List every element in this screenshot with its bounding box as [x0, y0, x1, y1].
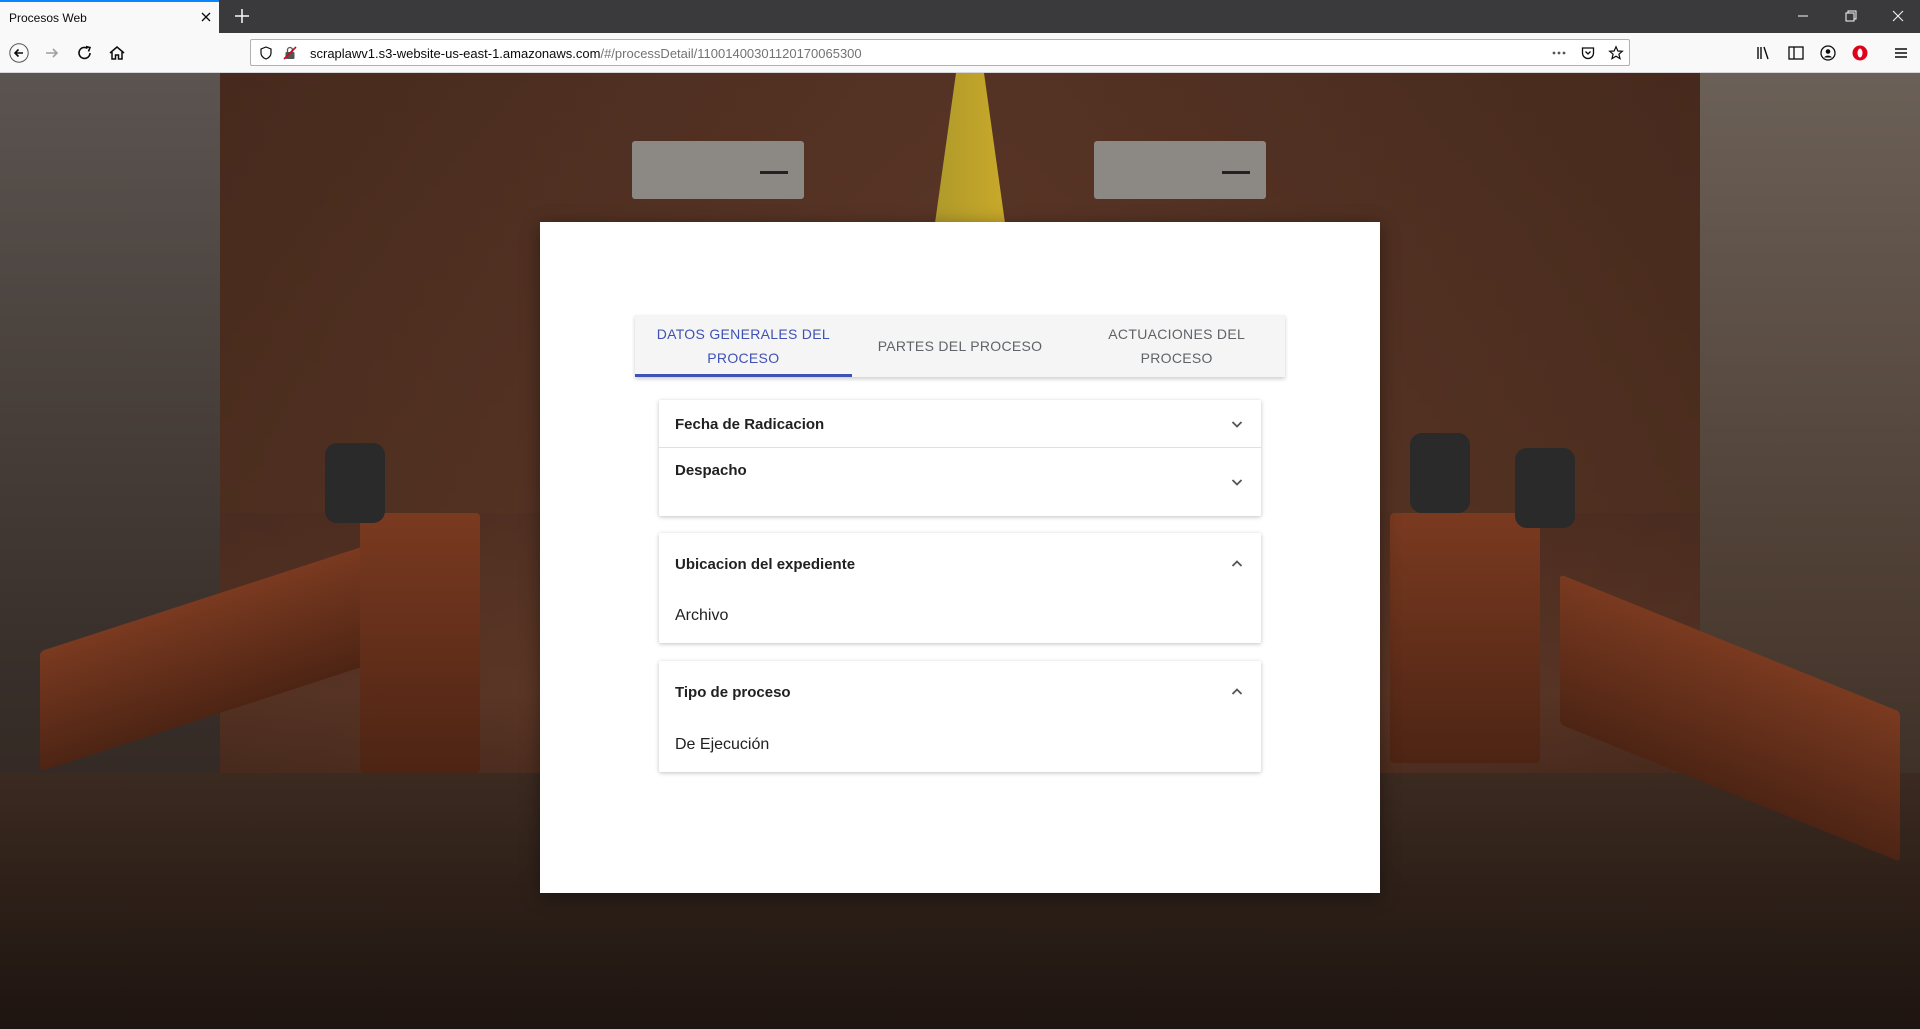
chevron-down-icon [1231, 479, 1243, 486]
tab-label: DATOS GENERALES DEL PROCESO [656, 326, 830, 366]
background-ac-unit [632, 141, 804, 199]
home-icon[interactable] [107, 43, 127, 63]
background-chair [1410, 433, 1470, 513]
close-window-icon[interactable] [1889, 8, 1907, 24]
url-text: scraplawv1.s3-website-us-east-1.amazonaw… [310, 46, 862, 61]
background-podium [360, 513, 480, 773]
panel-despacho[interactable]: Despacho [659, 448, 1261, 516]
background-chair [325, 443, 385, 523]
pocket-icon[interactable] [1580, 45, 1596, 61]
tab-actuaciones[interactable]: ACTUACIONES DEL PROCESO [1068, 315, 1285, 377]
panel-tipo-proceso: Tipo de proceso De Ejecución [659, 661, 1261, 772]
tab-label: PARTES DEL PROCESO [877, 338, 1043, 354]
tab-datos-generales[interactable]: DATOS GENERALES DEL PROCESO [635, 315, 852, 377]
url-bar[interactable]: scraplawv1.s3-website-us-east-1.amazonaw… [250, 39, 1630, 66]
minimize-icon[interactable] [1794, 8, 1812, 24]
restore-icon[interactable] [1842, 8, 1860, 24]
background-ac-unit [1094, 141, 1266, 199]
tab-title: Procesos Web [9, 11, 87, 25]
plus-icon[interactable] [233, 7, 251, 25]
forward-icon[interactable] [42, 43, 62, 63]
back-icon[interactable] [9, 43, 29, 63]
library-icon[interactable] [1754, 43, 1774, 63]
close-icon[interactable] [198, 9, 214, 25]
panel-title: Ubicacion del expediente [675, 556, 856, 573]
panel-title: Fecha de Radicacion [675, 416, 825, 433]
page-viewport: DATOS GENERALES DEL PROCESO PARTES DEL P… [0, 73, 1920, 1029]
collapsed-panels: Fecha de Radicacion Despacho [659, 400, 1261, 516]
tab-partes[interactable]: PARTES DEL PROCESO [852, 315, 1069, 377]
panel-value: Archivo [675, 607, 729, 624]
navigation-toolbar: scraplawv1.s3-website-us-east-1.amazonaw… [0, 33, 1920, 73]
background-podium [1390, 513, 1540, 763]
panel-header[interactable]: Ubicacion del expediente [659, 533, 1261, 593]
panel-fecha-radicacion[interactable]: Fecha de Radicacion [659, 400, 1261, 448]
menu-icon[interactable] [1891, 43, 1911, 63]
reload-icon[interactable] [75, 43, 95, 63]
chevron-down-icon [1231, 421, 1243, 428]
sidebar-icon[interactable] [1786, 43, 1806, 63]
process-detail-card: DATOS GENERALES DEL PROCESO PARTES DEL P… [540, 222, 1380, 893]
account-icon[interactable] [1818, 43, 1838, 63]
url-host: scraplawv1.s3-website-us-east-1.amazonaw… [310, 46, 601, 61]
tab-strip: Procesos Web [0, 0, 1920, 33]
background-chair [1515, 448, 1575, 528]
chevron-up-icon [1231, 688, 1243, 695]
panel-title: Tipo de proceso [675, 684, 791, 701]
chevron-up-icon [1231, 560, 1243, 567]
panel-title: Despacho [675, 462, 747, 479]
panel-ubicacion-expediente: Ubicacion del expediente Archivo [659, 533, 1261, 643]
process-tabs: DATOS GENERALES DEL PROCESO PARTES DEL P… [635, 315, 1285, 377]
opera-icon[interactable] [1850, 43, 1870, 63]
star-icon[interactable] [1608, 45, 1624, 61]
insecure-lock-icon[interactable] [282, 45, 298, 61]
panel-header[interactable]: Tipo de proceso [659, 661, 1261, 721]
more-icon[interactable] [1551, 45, 1567, 61]
shield-icon[interactable] [258, 45, 274, 61]
panel-value: De Ejecución [675, 736, 770, 753]
url-path: /#/processDetail/11001400301120170065300 [600, 46, 862, 61]
browser-tab[interactable]: Procesos Web [0, 0, 219, 33]
tab-label: ACTUACIONES DEL PROCESO [1108, 326, 1246, 366]
